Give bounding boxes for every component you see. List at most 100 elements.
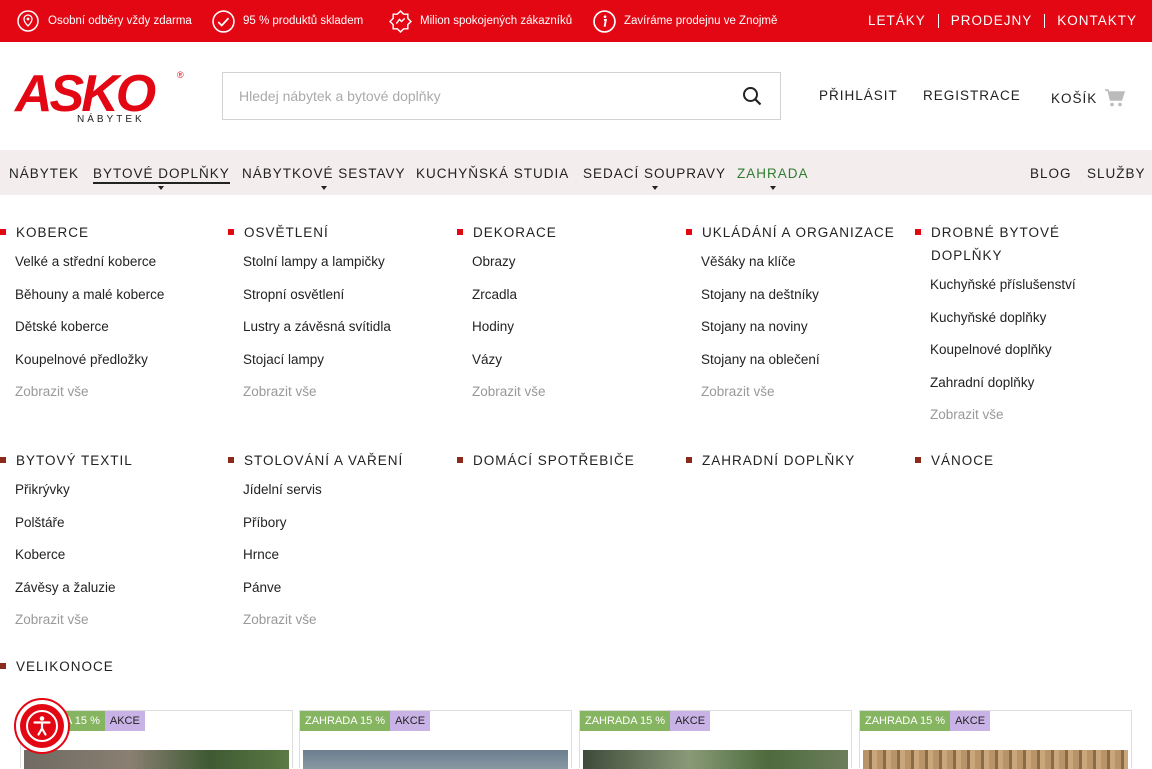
menu-heading[interactable]: DEKORACE (457, 221, 677, 244)
product-card[interactable]: ZAHRADA 15 % AKCE (299, 710, 572, 769)
menu-item[interactable]: Lustry a závěsná svítidla (243, 318, 448, 351)
menu-column-stolovani: STOLOVÁNÍ A VAŘENÍ Jídelní servis Příbor… (228, 449, 448, 644)
bullet-icon (0, 663, 6, 669)
cart-icon (1105, 89, 1126, 107)
product-tags: ZAHRADA 15 % AKCE (580, 711, 711, 731)
benefit-closing[interactable]: Zavíráme prodejnu ve Znojmě (593, 9, 777, 33)
product-card[interactable]: ZAHRADA 15 % AKCE (579, 710, 852, 769)
nav-zahrada[interactable]: ZAHRADA (737, 166, 809, 190)
nav-label: SLUŽBY (1087, 166, 1146, 181)
menu-item[interactable]: Stojací lampy (243, 351, 448, 384)
menu-column-bytovy-textil: BYTOVÝ TEXTIL Přikrývky Polštáře Koberce… (0, 449, 215, 644)
search-input[interactable] (223, 73, 724, 119)
menu-item[interactable]: Obrazy (472, 253, 677, 286)
nav-blog[interactable]: BLOG (1030, 166, 1072, 181)
menu-item[interactable]: Kuchyňské doplňky (930, 309, 1130, 342)
nav-label: BLOG (1030, 166, 1072, 181)
show-all-link[interactable]: Zobrazit vše (930, 406, 1130, 439)
menu-heading[interactable]: UKLÁDÁNÍ A ORGANIZACE (686, 221, 906, 244)
menu-item[interactable]: Koupelnové předložky (15, 351, 215, 384)
search-button[interactable] (724, 73, 780, 119)
show-all-link[interactable]: Zobrazit vše (701, 383, 906, 416)
menu-item[interactable]: Hrnce (243, 546, 448, 579)
show-all-link[interactable]: Zobrazit vše (472, 383, 677, 416)
accessibility-button[interactable] (14, 698, 70, 754)
nav-label: KUCHYŇSKÁ STUDIA (416, 166, 570, 181)
login-link[interactable]: PŘIHLÁSIT (819, 88, 898, 103)
menu-heading[interactable]: VÁNOCE (915, 449, 1130, 472)
chevron-down-icon (158, 186, 165, 190)
bullet-icon (457, 457, 463, 463)
menu-heading[interactable]: STOLOVÁNÍ A VAŘENÍ (228, 449, 448, 472)
product-image (24, 750, 289, 769)
main-nav: NÁBYTEK BYTOVÉ DOPLŇKY NÁBYTKOVÉ SESTAVY… (0, 150, 1152, 195)
menu-heading[interactable]: DROBNÉ BYTOVÉ DOPLŇKY (915, 221, 1065, 267)
benefit-in-stock: 95 % produktů skladem (212, 9, 364, 33)
link-letaky[interactable]: LETÁKY (856, 14, 938, 28)
mega-menu: KOBERCE Velké a střední koberce Běhouny … (0, 195, 1152, 710)
nav-label: SEDACÍ SOUPRAVY (583, 166, 727, 181)
tag-akce: AKCE (104, 711, 145, 731)
menu-item[interactable]: Jídelní servis (243, 481, 448, 514)
menu-item[interactable]: Koberce (15, 546, 215, 579)
bullet-icon (686, 457, 692, 463)
accessibility-inner (20, 704, 64, 748)
bullet-icon (915, 457, 921, 463)
menu-item[interactable]: Hodiny (472, 318, 677, 351)
menu-item[interactable]: Koupelnové doplňky (930, 341, 1130, 374)
menu-heading[interactable]: ZAHRADNÍ DOPLŇKY (686, 449, 906, 472)
menu-item[interactable]: Stolní lampy a lampičky (243, 253, 448, 286)
nav-nabytkove-sestavy[interactable]: NÁBYTKOVÉ SESTAVY (242, 166, 406, 190)
cart-link[interactable]: KOŠÍK (1051, 88, 1126, 108)
top-links: LETÁKY PRODEJNY KONTAKTY (856, 0, 1137, 42)
logo-sub: NÁBYTEK (77, 114, 145, 125)
product-tags: ZAHRADA 15 % AKCE (300, 711, 431, 731)
link-kontakty[interactable]: KONTAKTY (1044, 14, 1137, 28)
nav-label: BYTOVÉ DOPLŇKY (93, 166, 230, 181)
menu-item[interactable]: Věšáky na klíče (701, 253, 906, 286)
menu-item[interactable]: Dětské koberce (15, 318, 215, 351)
menu-item[interactable]: Běhouny a malé koberce (15, 286, 215, 319)
tag-zahrada: ZAHRADA 15 % (300, 711, 391, 731)
menu-item[interactable]: Závěsy a žaluzie (15, 579, 215, 612)
bullet-icon (686, 229, 692, 235)
menu-heading[interactable]: OSVĚTLENÍ (228, 221, 448, 244)
logo-reg: ® (177, 70, 184, 80)
benefit-text: 95 % produktů skladem (243, 15, 364, 27)
benefit-text: Osobní odběry vždy zdarma (48, 15, 192, 27)
tag-zahrada: ZAHRADA 15 % (580, 711, 671, 731)
menu-heading[interactable]: KOBERCE (0, 221, 215, 244)
menu-item[interactable]: Stojany na oblečení (701, 351, 906, 384)
menu-item[interactable]: Zahradní doplňky (930, 374, 1130, 407)
nav-sedaci-soupravy[interactable]: SEDACÍ SOUPRAVY (583, 166, 727, 190)
link-prodejny[interactable]: PRODEJNY (937, 14, 1045, 28)
nav-sluzby[interactable]: SLUŽBY (1087, 166, 1146, 181)
show-all-link[interactable]: Zobrazit vše (15, 611, 215, 644)
menu-heading[interactable]: VELIKONOCE (0, 655, 215, 678)
menu-item[interactable]: Kuchyňské příslušenství (930, 276, 1130, 309)
menu-item[interactable]: Přikrývky (15, 481, 215, 514)
nav-kuchynska-studia[interactable]: KUCHYŇSKÁ STUDIA (416, 166, 569, 181)
bullet-icon (457, 229, 463, 235)
menu-item[interactable]: Pánve (243, 579, 448, 612)
menu-heading[interactable]: DOMÁCÍ SPOTŘEBIČE (457, 449, 677, 472)
menu-column-osvetleni: OSVĚTLENÍ Stolní lampy a lampičky Stropn… (228, 221, 448, 416)
menu-heading-label: BYTOVÝ TEXTIL (16, 453, 133, 468)
nav-bytove-doplnky[interactable]: BYTOVÉ DOPLŇKY (93, 166, 230, 190)
register-link[interactable]: REGISTRACE (923, 88, 1021, 103)
product-card[interactable]: ZAHRADA 15 % AKCE (859, 710, 1132, 769)
menu-item[interactable]: Zrcadla (472, 286, 677, 319)
asko-logo[interactable]: ASKO ® NÁBYTEK (15, 68, 185, 128)
menu-item[interactable]: Stojany na noviny (701, 318, 906, 351)
show-all-link[interactable]: Zobrazit vše (243, 611, 448, 644)
menu-heading[interactable]: BYTOVÝ TEXTIL (0, 449, 215, 472)
menu-item[interactable]: Velké a střední koberce (15, 253, 215, 286)
menu-item[interactable]: Příbory (243, 514, 448, 547)
menu-item[interactable]: Polštáře (15, 514, 215, 547)
menu-item[interactable]: Stojany na deštníky (701, 286, 906, 319)
show-all-link[interactable]: Zobrazit vše (243, 383, 448, 416)
menu-item[interactable]: Vázy (472, 351, 677, 384)
nav-nabytek[interactable]: NÁBYTEK (9, 166, 79, 181)
show-all-link[interactable]: Zobrazit vše (15, 383, 215, 416)
menu-item[interactable]: Stropní osvětlení (243, 286, 448, 319)
